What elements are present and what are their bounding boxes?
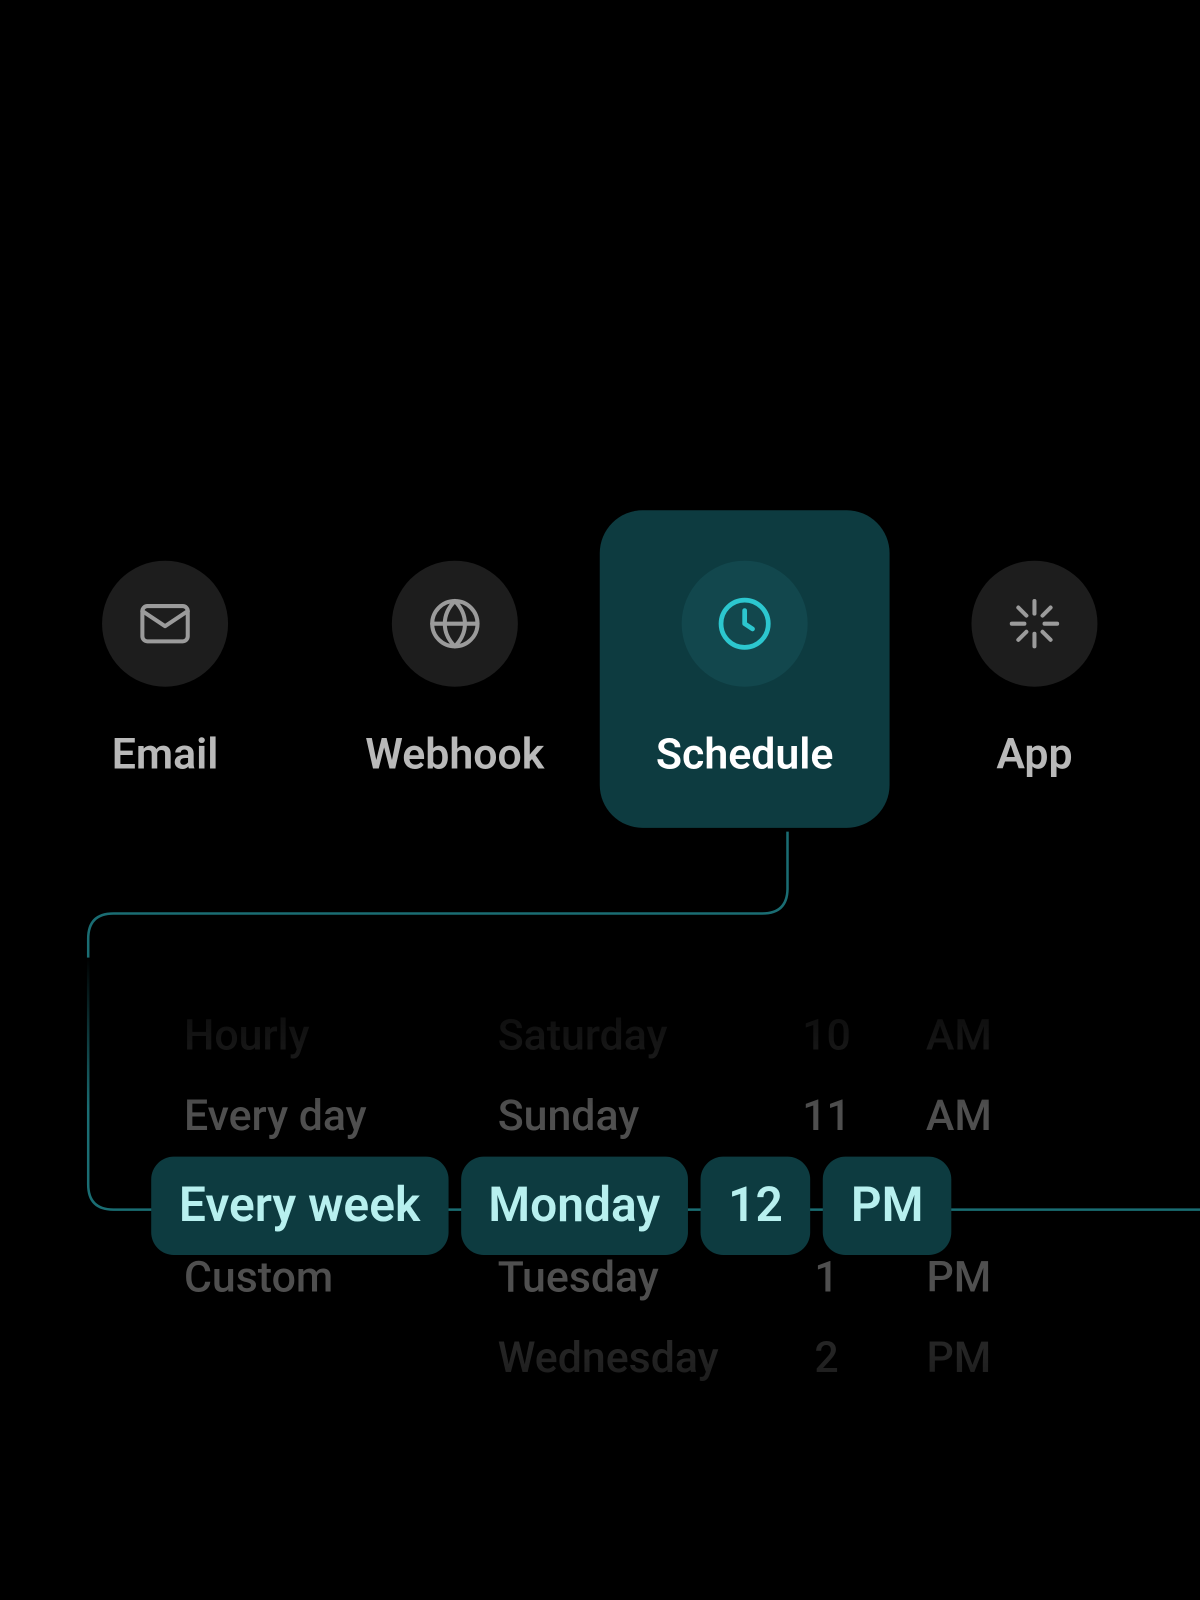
trigger-type-row: Email Webhook Schedule: [0, 510, 1200, 828]
trigger-label: Webhook: [365, 730, 544, 780]
ampm-option[interactable]: PM: [910, 1318, 1008, 1399]
frequency-option[interactable]: Hourly: [184, 995, 449, 1076]
ampm-option[interactable]: AM: [910, 995, 1008, 1076]
hour-option[interactable]: 2: [777, 1318, 875, 1399]
trigger-email[interactable]: Email: [71, 510, 260, 828]
sparkle-icon: [971, 561, 1097, 687]
mail-icon: [102, 561, 228, 687]
hour-option[interactable]: 10: [777, 995, 875, 1076]
trigger-app[interactable]: App: [940, 510, 1129, 828]
trigger-label: Schedule: [656, 730, 834, 780]
trigger-label: Email: [112, 730, 219, 780]
trigger-webhook[interactable]: Webhook: [360, 510, 549, 828]
selected-day[interactable]: Monday: [461, 1157, 688, 1255]
frequency-option[interactable]: Every day: [184, 1076, 449, 1157]
selected-hour[interactable]: 12: [700, 1157, 810, 1255]
selected-schedule-row: Every week Monday 12 PM: [151, 1157, 951, 1255]
selected-frequency[interactable]: Every week: [151, 1157, 448, 1255]
trigger-label: App: [996, 730, 1072, 780]
ampm-option[interactable]: AM: [910, 1076, 1008, 1157]
clock-icon: [682, 561, 808, 687]
hour-option[interactable]: 11: [777, 1076, 875, 1157]
trigger-schedule[interactable]: Schedule: [600, 510, 890, 828]
day-option[interactable]: Sunday: [498, 1076, 763, 1157]
globe-icon: [392, 561, 518, 687]
schedule-trigger-config: Email Webhook Schedule: [0, 0, 1200, 1600]
day-option[interactable]: Wednesday: [498, 1318, 763, 1399]
day-option[interactable]: Saturday: [498, 995, 763, 1076]
selected-ampm[interactable]: PM: [823, 1157, 951, 1255]
